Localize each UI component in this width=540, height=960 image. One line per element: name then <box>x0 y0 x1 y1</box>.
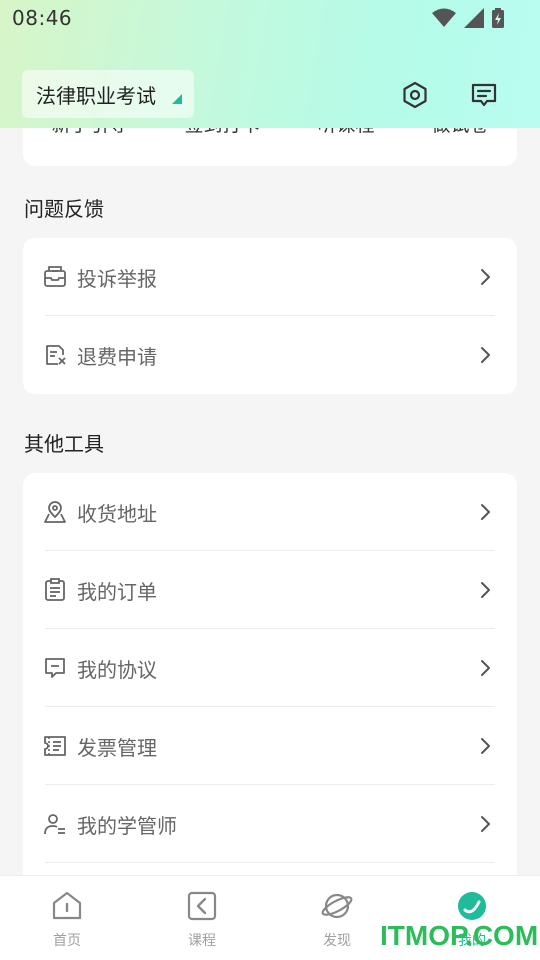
menu-item-agreement[interactable]: 我的协议 <box>23 629 517 707</box>
chevron-right-icon <box>481 504 490 520</box>
status-bar: 08:46 <box>0 0 540 36</box>
menu-item-label: 发票管理 <box>77 735 157 760</box>
home-icon <box>52 891 82 920</box>
refund-icon <box>43 343 67 367</box>
menu-item-label: 投诉举报 <box>77 266 157 291</box>
tutor-icon <box>43 812 67 836</box>
chevron-right-icon <box>481 269 490 285</box>
menu-item-complaint[interactable]: 投诉举报 <box>23 238 517 316</box>
tools-section-title: 其他工具 <box>24 432 104 456</box>
tab-label: 首页 <box>53 933 81 949</box>
tab-home[interactable]: 首页 <box>27 890 107 950</box>
tab-label: 发现 <box>323 933 351 949</box>
menu-item-label: 收货地址 <box>77 501 157 526</box>
menu-item-label: 我的学管师 <box>77 813 177 838</box>
menu-item-address[interactable]: 收货地址 <box>23 473 517 551</box>
profile-icon <box>458 892 486 920</box>
discover-icon <box>321 893 353 919</box>
exam-selector[interactable]: 法律职业考试 <box>22 70 194 118</box>
chevron-right-icon <box>481 816 490 832</box>
chevron-right-icon <box>481 347 490 363</box>
tab-discover[interactable]: 发现 <box>297 890 377 950</box>
complaint-icon <box>43 265 67 289</box>
status-time: 08:46 <box>12 6 73 30</box>
tab-course[interactable]: 课程 <box>162 890 242 950</box>
invoice-icon <box>43 734 67 758</box>
course-icon <box>187 891 217 921</box>
menu-item-label: 我的协议 <box>77 657 157 682</box>
divider <box>45 862 495 863</box>
message-icon <box>471 83 497 107</box>
top-nav: 法律职业考试 <box>0 70 540 120</box>
menu-item-orders[interactable]: 我的订单 <box>23 551 517 629</box>
dropdown-triangle-icon <box>172 94 182 104</box>
agreement-icon <box>43 656 67 680</box>
exam-selector-label: 法律职业考试 <box>36 83 156 108</box>
location-icon <box>43 500 67 524</box>
chevron-right-icon <box>481 660 490 676</box>
settings-button[interactable] <box>398 78 432 112</box>
menu-item-tutor[interactable]: 我的学管师 <box>23 785 517 863</box>
messages-button[interactable] <box>467 78 501 112</box>
feedback-card: 投诉举报 退费申请 <box>23 238 517 394</box>
chevron-right-icon <box>481 582 490 598</box>
chevron-right-icon <box>481 738 490 754</box>
settings-hexagon-icon <box>403 81 427 109</box>
signal-icon <box>464 8 484 28</box>
tools-card: 收货地址 我的订单 我的协议 发票管理 我的学管师 <box>23 473 517 875</box>
menu-item-refund[interactable]: 退费申请 <box>23 316 517 394</box>
watermark-logo: ITMOP.COM <box>380 920 539 951</box>
tab-label: 课程 <box>188 933 216 949</box>
menu-item-label: 我的订单 <box>77 579 157 604</box>
feedback-section-title: 问题反馈 <box>24 197 104 221</box>
battery-icon <box>492 8 504 28</box>
main-content[interactable]: 新手引导 签到打卡 听课程 做试卷 问题反馈 投诉举报 退费申请 其他工具 <box>0 0 540 875</box>
status-icons <box>432 8 504 28</box>
menu-item-label: 退费申请 <box>77 344 157 369</box>
menu-item-invoice[interactable]: 发票管理 <box>23 707 517 785</box>
order-icon <box>43 578 67 602</box>
wifi-icon <box>432 8 456 27</box>
